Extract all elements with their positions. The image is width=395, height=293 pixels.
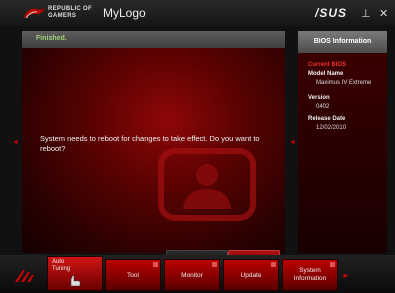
bios-info-title: BIOS Information [313,38,372,45]
bios-info-panel: BIOS Information Current BIOS Model Name… [298,31,387,253]
bios-info-header: BIOS Information [298,31,387,53]
brand-line1: REPUBLIC OF [48,6,92,12]
sysinfo-label-1: System [299,267,321,274]
collapse-arrow-icon[interactable]: ◄ [289,139,296,146]
rog-logo-icon [23,7,45,19]
prev-arrow-icon[interactable]: ◄ [12,139,19,146]
app-title: MyLogo [103,6,146,20]
model-name-value: Maximus IV Extreme [316,80,372,86]
minimize-button[interactable]: ⊥ [361,7,371,20]
system-information-button[interactable]: System Information [282,259,338,291]
current-bios-heading: Current BIOS [308,62,347,68]
hand-cursor-icon [70,275,81,287]
bios-info-body: Current BIOS Model Name Maximus IV Extre… [298,53,387,253]
close-button[interactable]: ✕ [379,7,388,20]
auto-tuning-label-2: Tuning [52,266,71,272]
version-label: Version [308,95,330,101]
next-arrow-icon[interactable]: ► [342,271,350,280]
update-button[interactable]: Update [223,259,279,291]
rog-emblem-icon [15,270,34,282]
asus-logo: /SUS [315,6,348,20]
main-panel: Finished. System needs to reboot for cha… [22,31,285,267]
update-corner-marker [271,262,276,267]
brand-text: REPUBLIC OF GAMERS [48,6,92,20]
monitor-button[interactable]: Monitor [164,259,220,291]
auto-tuning-label-1: Auto [52,259,65,265]
status-bar: Finished. [22,31,285,48]
dialog-area: System needs to reboot for changes to ta… [22,48,285,267]
update-label: Update [240,272,262,279]
tool-label: Tool [127,272,139,279]
monitor-corner-marker [212,262,217,267]
release-date-value: 12/02/2010 [316,125,347,131]
sysinfo-label-2: Information [293,275,327,282]
monitor-label: Monitor [181,272,203,279]
status-text: Finished. [36,35,67,42]
title-bar: REPUBLIC OF GAMERS MyLogo /SUS ⊥ ✕ [0,0,395,26]
app-window: REPUBLIC OF GAMERS MyLogo /SUS ⊥ ✕ ◄ Fin… [0,0,395,293]
bottom-nav-bar: Auto Tuning Tool Monitor Update System I… [0,255,395,293]
version-value: 0402 [316,104,330,110]
brand-line2: GAMERS [48,13,77,19]
model-name-label: Model Name [308,71,344,77]
logo-preview-icon [158,148,256,221]
release-date-label: Release Date [308,116,346,122]
auto-tuning-button[interactable]: Auto Tuning [47,256,103,291]
tool-button[interactable]: Tool [105,259,161,291]
tool-corner-marker [153,262,158,267]
